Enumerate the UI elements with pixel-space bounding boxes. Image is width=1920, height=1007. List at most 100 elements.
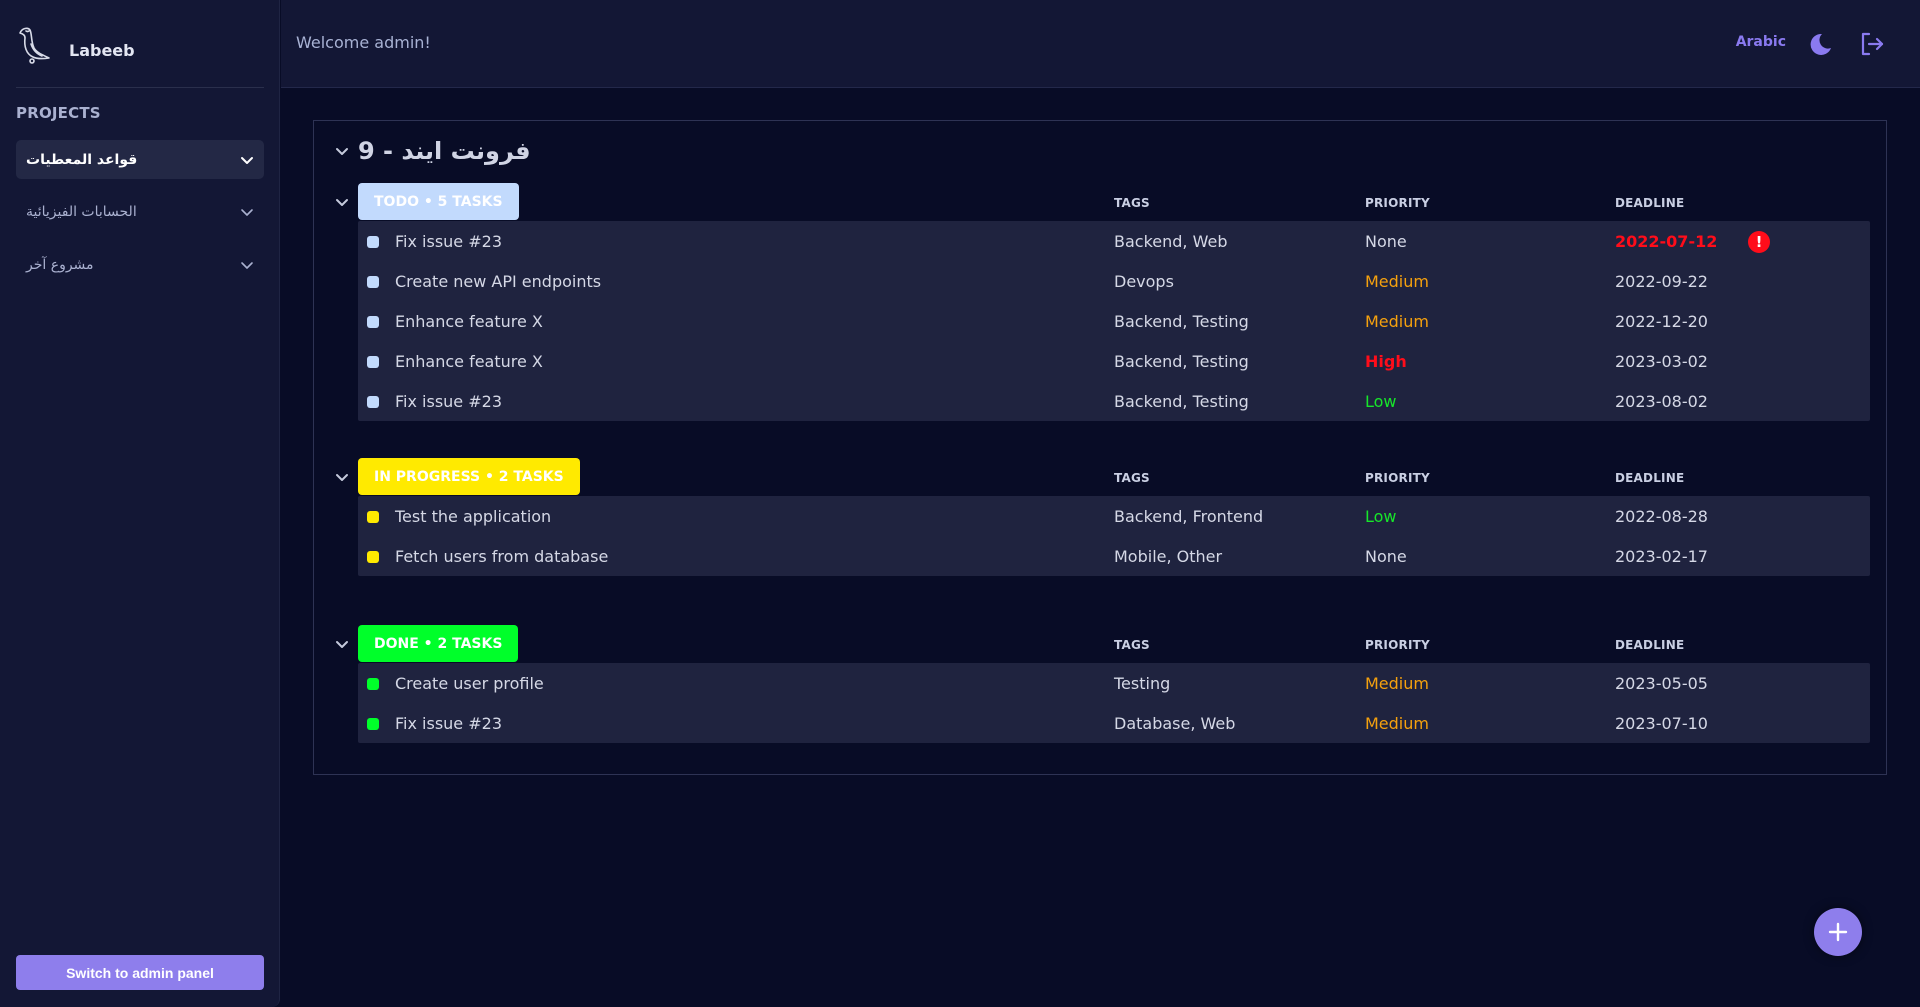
task-tags: Backend, Testing: [1114, 312, 1249, 331]
status-badge[interactable]: TODO • 5 TASKS: [358, 183, 519, 220]
task-deadline: 2023-02-17: [1615, 547, 1708, 566]
task-deadline: 2022-12-20: [1615, 312, 1708, 331]
task-group: IN PROGRESS • 2 TASKS TAGS PRIORITY DEADLIN…: [334, 458, 1870, 576]
chevron-down-icon: [241, 208, 253, 216]
app-name: Labeeb: [69, 40, 135, 60]
task-status-checkbox[interactable]: [367, 718, 379, 730]
column-header-deadline: DEADLINE: [1615, 196, 1685, 210]
task-title[interactable]: Create new API endpoints: [395, 272, 601, 291]
logo[interactable]: Labeeb: [17, 24, 135, 64]
task-title[interactable]: Fix issue #23: [395, 232, 502, 251]
chevron-down-icon[interactable]: [334, 143, 350, 159]
task-deadline: 2022-09-22: [1615, 272, 1708, 291]
chevron-down-icon[interactable]: [334, 636, 350, 652]
column-header-tags: TAGS: [1114, 638, 1150, 652]
task-group: DONE • 2 TASKS TAGS PRIORITY DEADLINE Create…: [334, 625, 1870, 743]
task-deadline: 2022-07-12: [1615, 232, 1718, 251]
column-header-tags: TAGS: [1114, 196, 1150, 210]
task-row[interactable]: Enhance feature X Backend, Testing High 202…: [358, 341, 1870, 381]
task-status-checkbox[interactable]: [367, 551, 379, 563]
task-tags: Mobile, Other: [1114, 547, 1223, 566]
plus-icon: [1828, 922, 1848, 942]
column-header-deadline: DEADLINE: [1615, 471, 1685, 485]
task-priority: Medium: [1365, 714, 1429, 733]
project-board: فرونت ايند - 9 TODO • 5 TASKS TAGS PRIORIT…: [313, 120, 1887, 775]
top-header: Welcome admin! Arabic: [281, 0, 1920, 88]
column-header-priority: PRIORITY: [1365, 196, 1430, 210]
task-tags: Backend, Web: [1114, 232, 1228, 251]
task-status-checkbox[interactable]: [367, 678, 379, 690]
task-title[interactable]: Fix issue #23: [395, 392, 502, 411]
task-deadline: 2023-07-10: [1615, 714, 1708, 733]
task-status-checkbox[interactable]: [367, 396, 379, 408]
task-title[interactable]: Fix issue #23: [395, 714, 502, 733]
task-tags: Testing: [1114, 674, 1171, 693]
status-badge[interactable]: IN PROGRESS • 2 TASKS: [358, 458, 580, 495]
projects-heading: PROJECTS: [16, 104, 101, 122]
column-header-priority: PRIORITY: [1365, 638, 1430, 652]
task-title[interactable]: Test the application: [395, 507, 551, 526]
task-status-checkbox[interactable]: [367, 316, 379, 328]
add-task-button[interactable]: [1814, 908, 1862, 956]
task-row[interactable]: Create user profile Testing Medium 2023-05-…: [358, 663, 1870, 703]
task-status-checkbox[interactable]: [367, 356, 379, 368]
group-header: TODO • 5 TASKS TAGS PRIORITY DEADLINE: [334, 183, 1870, 221]
task-tags: Devops: [1114, 272, 1174, 291]
task-priority: Medium: [1365, 674, 1429, 693]
moon-icon[interactable]: [1807, 31, 1833, 57]
task-row[interactable]: Enhance feature X Backend, Testing Medium 2…: [358, 301, 1870, 341]
task-title[interactable]: Create user profile: [395, 674, 544, 693]
task-row[interactable]: Fix issue #23 Backend, Testing Low 2023-08-…: [358, 381, 1870, 421]
chevron-down-icon[interactable]: [334, 469, 350, 485]
task-title[interactable]: Enhance feature X: [395, 352, 543, 371]
task-tags: Backend, Testing: [1114, 352, 1249, 371]
column-header-tags: TAGS: [1114, 471, 1150, 485]
task-title[interactable]: Fetch users from database: [395, 547, 608, 566]
task-status-checkbox[interactable]: [367, 236, 379, 248]
task-priority: Medium: [1365, 272, 1429, 291]
task-row[interactable]: Fetch users from database Mobile, Other No…: [358, 536, 1870, 576]
task-row[interactable]: Test the application Backend, Frontend Low…: [358, 496, 1870, 536]
chevron-down-icon: [241, 261, 253, 269]
task-deadline: 2023-05-05: [1615, 674, 1708, 693]
task-group: TODO • 5 TASKS TAGS PRIORITY DEADLINE Fix is…: [334, 183, 1870, 421]
task-row[interactable]: Fix issue #23 Backend, Web None 2022-07-12!: [358, 221, 1870, 261]
sidebar-project-item[interactable]: مشروع آخر: [16, 245, 264, 284]
task-priority: None: [1365, 547, 1407, 566]
group-header: DONE • 2 TASKS TAGS PRIORITY DEADLINE: [334, 625, 1870, 663]
column-header-deadline: DEADLINE: [1615, 638, 1685, 652]
chevron-down-icon[interactable]: [334, 194, 350, 210]
project-name: مشروع آخر: [26, 256, 94, 273]
status-badge[interactable]: DONE • 2 TASKS: [358, 625, 519, 662]
task-priority: None: [1365, 232, 1407, 251]
bird-logo-icon: [19, 27, 50, 64]
task-priority: High: [1365, 352, 1407, 371]
welcome-message: Welcome admin!: [296, 33, 431, 52]
sidebar-divider: [16, 87, 264, 88]
project-name: قواعد المعطيات: [26, 151, 138, 168]
sidebar-project-item[interactable]: الحسابات الفيزيائية: [16, 192, 264, 231]
task-status-checkbox[interactable]: [367, 511, 379, 523]
board-title: فرونت ايند - 9: [358, 137, 531, 165]
project-name: الحسابات الفيزيائية: [26, 203, 137, 220]
logout-icon[interactable]: [1858, 30, 1886, 58]
column-header-priority: PRIORITY: [1365, 471, 1430, 485]
board-header: فرونت ايند - 9: [334, 137, 531, 165]
sidebar-project-item[interactable]: قواعد المعطيات: [16, 140, 264, 179]
task-priority: Medium: [1365, 312, 1429, 331]
switch-to-admin-panel-button[interactable]: Switch to admin panel: [16, 955, 264, 990]
chevron-down-icon: [241, 156, 253, 164]
task-list: Test the application Backend, Frontend Low…: [358, 496, 1870, 576]
task-tags: Backend, Frontend: [1114, 507, 1264, 526]
task-title[interactable]: Enhance feature X: [395, 312, 543, 331]
overdue-alert-icon: !: [1748, 231, 1770, 253]
task-row[interactable]: Fix issue #23 Database, Web Medium 2023-07-…: [358, 703, 1870, 743]
task-row[interactable]: Create new API endpoints Devops Medium 2022…: [358, 261, 1870, 301]
task-deadline: 2022-08-28: [1615, 507, 1708, 526]
task-deadline: 2023-03-02: [1615, 352, 1708, 371]
task-deadline: 2023-08-02: [1615, 392, 1708, 411]
language-toggle[interactable]: Arabic: [1736, 34, 1786, 50]
task-status-checkbox[interactable]: [367, 276, 379, 288]
group-header: IN PROGRESS • 2 TASKS TAGS PRIORITY DEADLIN…: [334, 458, 1870, 496]
task-list: Fix issue #23 Backend, Web None 2022-07-12!…: [358, 221, 1870, 421]
